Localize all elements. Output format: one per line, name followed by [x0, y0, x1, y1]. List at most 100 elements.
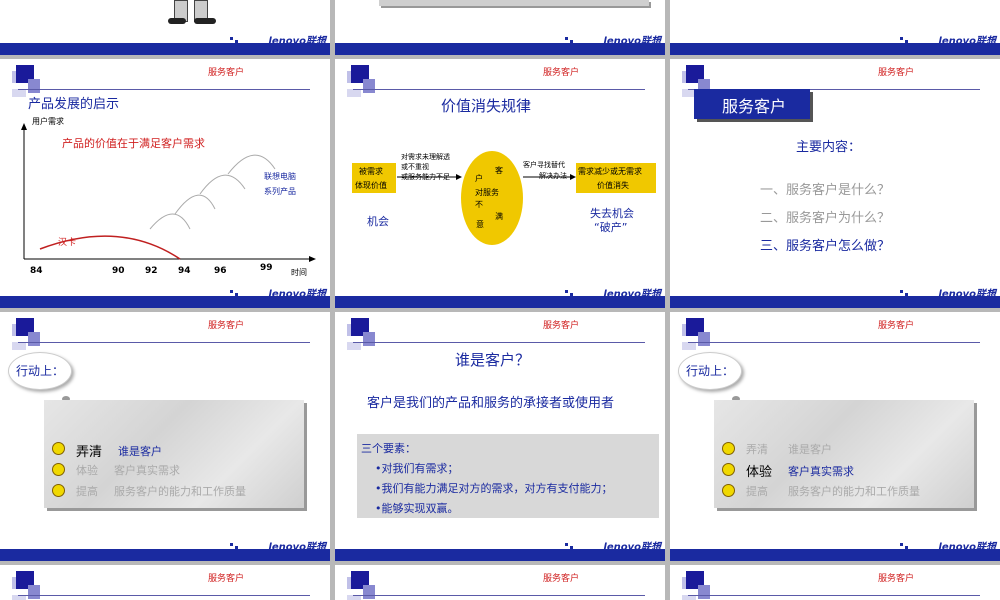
slide-header: 服务客户	[543, 321, 580, 331]
action-head: 提高	[76, 485, 98, 498]
footer-dots	[900, 290, 914, 300]
footer-dots	[230, 290, 244, 300]
slide-thumbnail-5[interactable]: 服务客户 价值消失规律 被需求 体现价值 对需求未理解透 或不重视 或服务能力不…	[335, 59, 665, 308]
slide-header: 服务客户	[208, 574, 245, 584]
slide-subtitle: 主要内容：	[796, 140, 862, 155]
footer-dots	[230, 37, 244, 47]
x-tick: 96	[214, 266, 227, 276]
circle-char: 对服务	[475, 188, 499, 197]
agenda-item: 二、服务客户为什么？	[760, 211, 891, 226]
element-item: •能够实现双赢。	[375, 502, 459, 515]
product-label-line1: 联想电脑	[264, 172, 296, 181]
footer-dots	[565, 37, 579, 47]
x-axis-label: 时间	[291, 268, 307, 277]
action-head: 体验	[76, 464, 98, 477]
x-tick: 84	[30, 266, 43, 276]
thought-cloud: 行动上：	[8, 352, 72, 390]
corner-decoration	[682, 318, 714, 352]
slide-header: 服务客户	[543, 574, 580, 584]
smiley-icon	[52, 463, 65, 476]
smiley-icon	[722, 463, 735, 476]
slide-thumbnail-2[interactable]: lenovo联想	[335, 0, 665, 55]
slide-thumbnail-7[interactable]: 服务客户 行动上： 弄清 谁是客户 体验 客户真实需求 提高 服务客户的能力和工…	[0, 312, 330, 561]
action-head: 体验	[746, 465, 773, 480]
slide-header: 服务客户	[878, 574, 915, 584]
value-note: 产品的价值在于满足客户需求	[62, 137, 205, 150]
x-tick: 99	[260, 263, 273, 273]
corner-decoration	[347, 318, 379, 352]
action-tail: 客户真实需求	[114, 464, 180, 477]
header-line	[353, 342, 645, 343]
lenovo-logo: lenovo联想	[603, 36, 661, 47]
product-label-line2: 系列产品	[264, 187, 296, 196]
circle-char: 不	[475, 200, 483, 209]
action-head: 弄清	[746, 443, 768, 456]
slide-header: 服务客户	[208, 321, 245, 331]
right-note-line1: 客户寻找替代	[523, 161, 565, 169]
opportunity-caption: 机会	[367, 215, 389, 228]
circle-char: 客	[495, 166, 503, 175]
x-tick: 90	[112, 266, 125, 276]
circle-char: 意	[476, 220, 484, 229]
corner-decoration	[12, 318, 44, 352]
smiley-icon	[722, 484, 735, 497]
slide-thumbnail-4[interactable]: 服务客户 产品发展的启示 用户需求 产品的价值在于满足客户需求 联想电脑 系列产…	[0, 59, 330, 308]
footer-dots	[900, 543, 914, 553]
action-head: 提高	[746, 485, 768, 498]
right-note-line2: 解决办法	[539, 172, 567, 180]
elements-heading: 三个要素：	[361, 442, 416, 455]
slide-title: 谁是客户？	[455, 351, 531, 369]
footer-dots	[565, 290, 579, 300]
action-tail: 服务客户的能力和工作质量	[114, 485, 246, 498]
action-tail: 谁是客户	[788, 443, 832, 456]
bankruptcy-caption: “破产”	[594, 221, 628, 234]
box-right-line2: 价值消失	[597, 181, 629, 190]
thought-cloud: 行动上：	[678, 352, 742, 390]
lenovo-logo: lenovo联想	[938, 289, 996, 300]
slide-thumbnail-10[interactable]: 服务客户	[0, 565, 330, 600]
smiley-icon	[52, 484, 65, 497]
agenda-item: 一、服务客户是什么？	[760, 183, 891, 198]
smiley-icon	[52, 442, 65, 455]
element-item: •我们有能力满足对方的需求，对方有支付能力；	[375, 482, 613, 495]
lenovo-logo: lenovo联想	[268, 542, 326, 553]
footer-dots	[565, 543, 579, 553]
circle-char: 户	[475, 174, 483, 183]
action-head: 弄清	[76, 445, 103, 460]
slide-thumbnail-3[interactable]: lenovo联想	[670, 0, 1000, 55]
slide-header: 服务客户	[878, 321, 915, 331]
header-line	[688, 342, 980, 343]
slide-thumbnail-6[interactable]: 服务客户 服务客户 主要内容： 一、服务客户是什么？ 二、服务客户为什么？ 三、…	[670, 59, 1000, 308]
header-line	[18, 342, 310, 343]
slide-thumbnail-9[interactable]: 服务客户 行动上： 弄清 谁是客户 体验 客户真实需求 提高 服务客户的能力和工…	[670, 312, 1000, 561]
element-item: •对我们有需求；	[375, 462, 459, 475]
action-tail: 谁是客户	[118, 445, 162, 458]
dissatisfaction-circle	[461, 151, 523, 245]
han-card-label: 汉卡	[58, 238, 77, 248]
person-figure	[164, 0, 224, 30]
slide-header: 服务客户	[878, 68, 915, 78]
box-right-line1: 需求减少或无需求	[578, 167, 642, 176]
slide-thumbnail-12[interactable]: 服务客户	[670, 565, 1000, 600]
header-line	[18, 595, 310, 596]
lenovo-logo: lenovo联想	[938, 542, 996, 553]
slide-title: 服务客户	[722, 97, 787, 116]
x-tick: 94	[178, 266, 191, 276]
action-tail: 客户真实需求	[788, 465, 854, 478]
smiley-icon	[722, 442, 735, 455]
circle-char: 满	[495, 212, 503, 221]
customer-definition: 客户是我们的产品和服务的承接者或使用者	[367, 396, 615, 411]
gray-panel	[379, 0, 649, 6]
slide-thumbnail-11[interactable]: 服务客户	[335, 565, 665, 600]
x-tick: 92	[145, 266, 158, 276]
footer-dots	[900, 37, 914, 47]
slide-thumbnail-8[interactable]: 服务客户 谁是客户？ 客户是我们的产品和服务的承接者或使用者 三个要素： •对我…	[335, 312, 665, 561]
lenovo-logo: lenovo联想	[938, 36, 996, 47]
y-axis-label: 用户需求	[32, 117, 64, 126]
lenovo-logo: lenovo联想	[268, 289, 326, 300]
slide-thumbnail-1[interactable]: lenovo联想	[0, 0, 330, 55]
agenda-item: 三、服务客户怎么做？	[760, 239, 891, 254]
lenovo-logo: lenovo联想	[603, 542, 661, 553]
lenovo-logo: lenovo联想	[603, 289, 661, 300]
development-curve-chart	[21, 123, 316, 262]
